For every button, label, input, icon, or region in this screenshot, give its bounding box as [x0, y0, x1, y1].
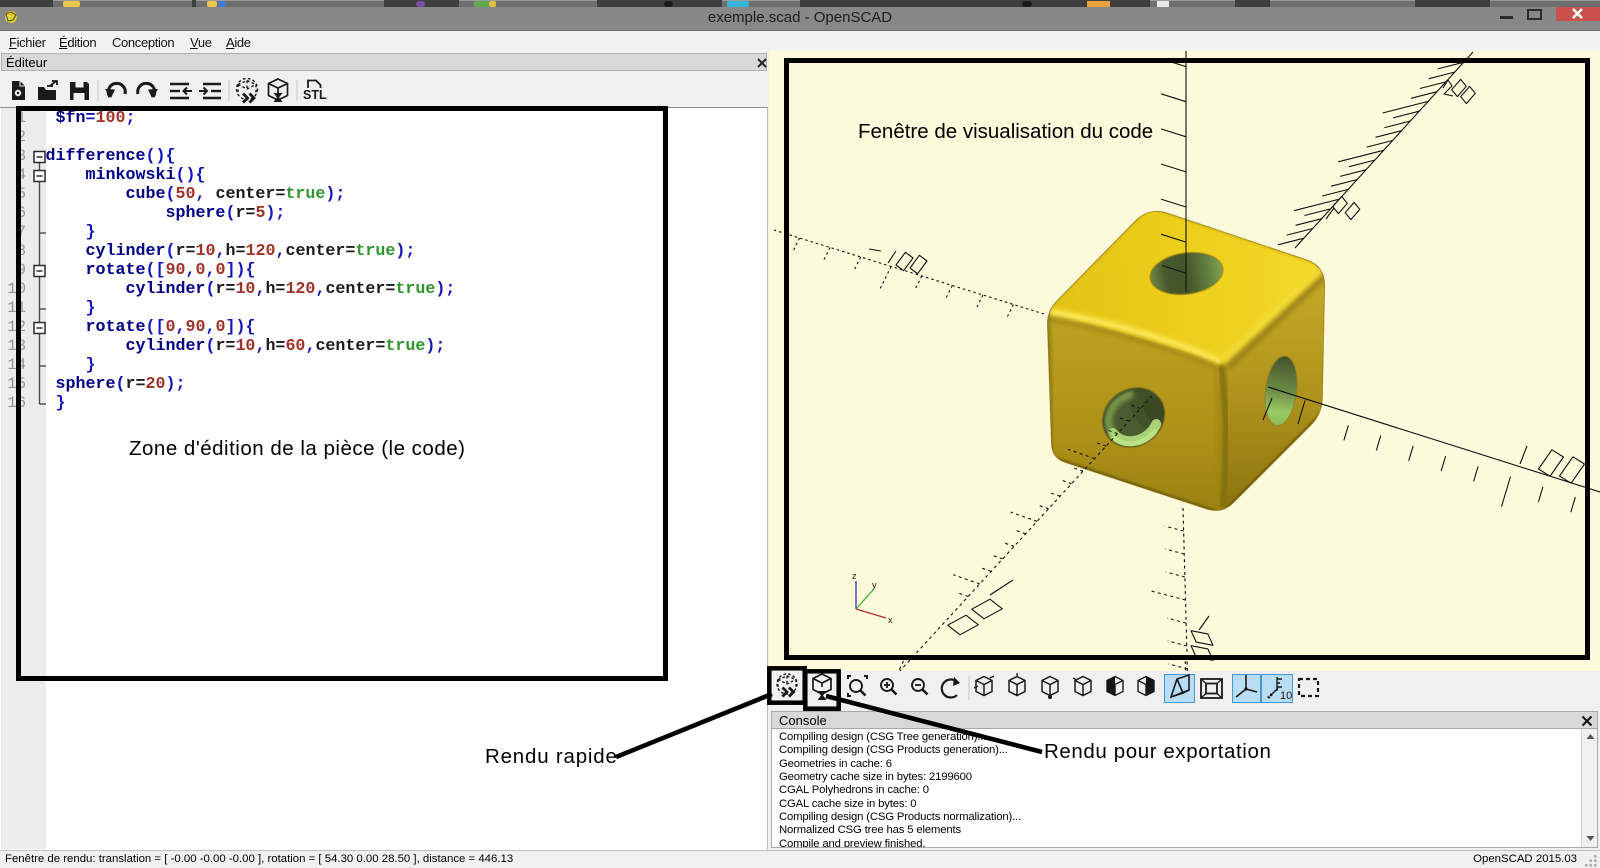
- svg-text:10: 10: [1280, 690, 1292, 702]
- svg-text:z: z: [852, 571, 857, 581]
- svg-text:STL: STL: [303, 88, 327, 102]
- svg-text:Fenêtre de visualisation du co: Fenêtre de visualisation du code: [858, 120, 1153, 143]
- svg-text:x: x: [888, 615, 893, 625]
- svg-text:y: y: [872, 580, 877, 590]
